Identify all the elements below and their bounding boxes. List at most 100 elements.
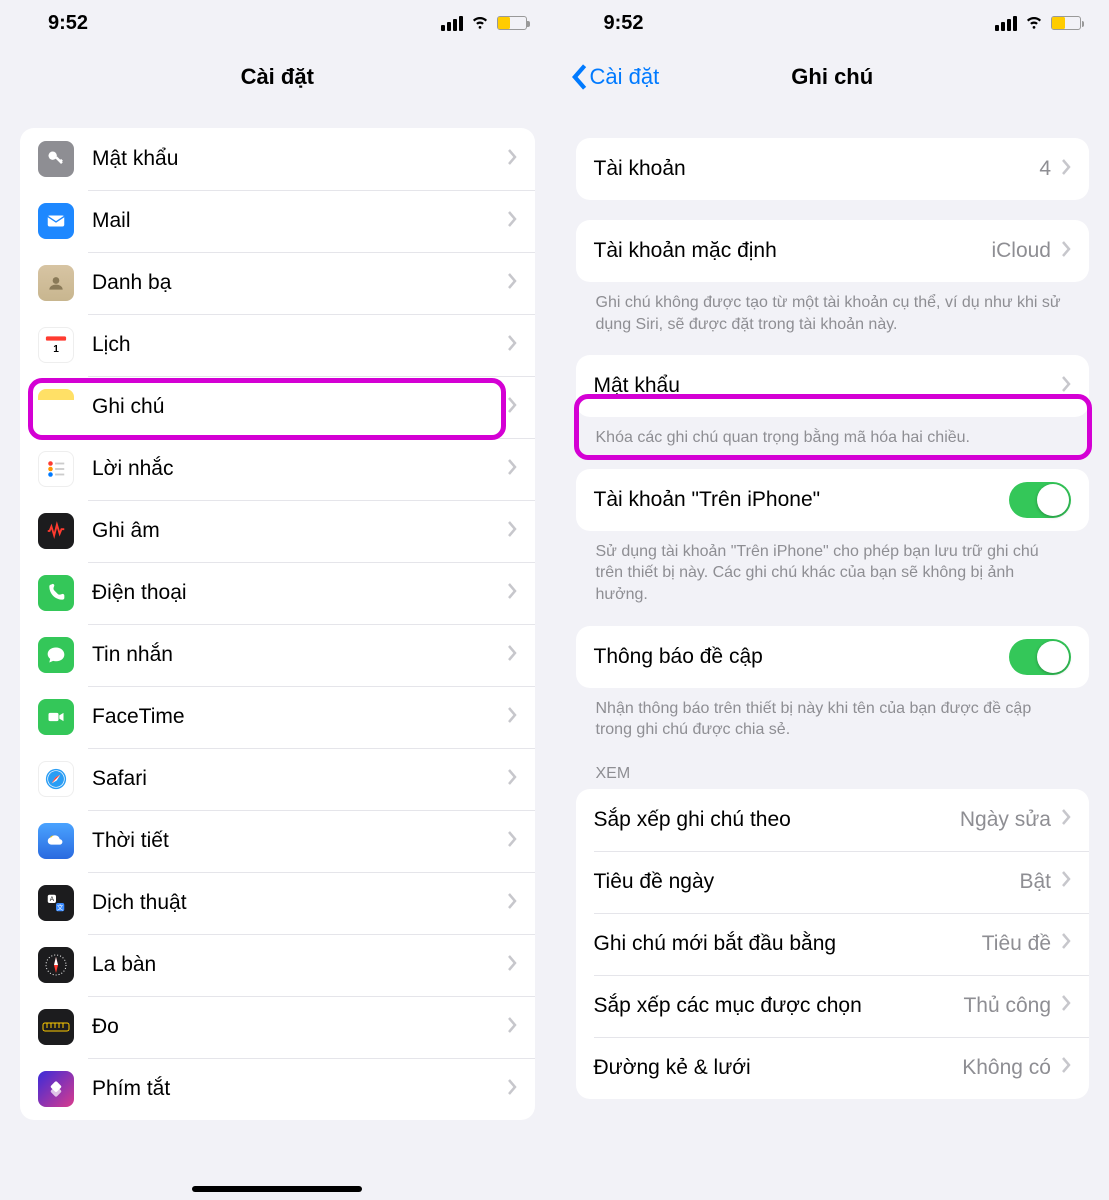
chevron-right-icon	[507, 148, 517, 171]
row-accounts[interactable]: Tài khoản 4	[576, 138, 1090, 200]
row-label: Sắp xếp các mục được chọn	[594, 994, 964, 1018]
row-label: Mật khẩu	[92, 147, 507, 171]
footer-password: Khóa các ghi chú quan trọng bằng mã hóa …	[576, 417, 1090, 449]
row-label: FaceTime	[92, 705, 507, 729]
row-mail[interactable]: Mail	[20, 190, 535, 252]
weather-icon	[38, 823, 74, 859]
notes-icon	[38, 389, 74, 425]
status-time: 9:52	[604, 12, 644, 35]
battery-icon	[1051, 16, 1081, 30]
row-label: Ghi âm	[92, 519, 507, 543]
calendar-icon: 1	[38, 327, 74, 363]
voice-memos-icon	[38, 513, 74, 549]
chevron-right-icon	[1061, 158, 1071, 181]
row-phone[interactable]: Điện thoại	[20, 562, 535, 624]
row-calendar[interactable]: 1 Lịch	[20, 314, 535, 376]
left-screenshot: 9:52 Cài đặt Mật khẩu Mail	[0, 0, 555, 1200]
status-right	[995, 9, 1081, 37]
facetime-icon	[38, 699, 74, 735]
messages-icon	[38, 637, 74, 673]
row-value: Thủ công	[963, 994, 1051, 1018]
chevron-right-icon	[1061, 808, 1071, 831]
chevron-right-icon	[1061, 870, 1071, 893]
chevron-right-icon	[507, 892, 517, 915]
chevron-right-icon	[507, 210, 517, 233]
contacts-icon	[38, 265, 74, 301]
row-messages[interactable]: Tin nhắn	[20, 624, 535, 686]
right-screenshot: 9:52 Cài đặt Ghi chú Tài khoản 4 Tài kho…	[555, 0, 1109, 1200]
chevron-right-icon	[507, 644, 517, 667]
row-weather[interactable]: Thời tiết	[20, 810, 535, 872]
row-label: Phím tắt	[92, 1077, 507, 1101]
status-right	[441, 9, 527, 37]
row-reminders[interactable]: Lời nhắc	[20, 438, 535, 500]
chevron-right-icon	[507, 458, 517, 481]
chevron-right-icon	[507, 520, 517, 543]
back-button[interactable]: Cài đặt	[570, 63, 660, 91]
row-label: Danh bạ	[92, 271, 507, 295]
row-label: Lịch	[92, 333, 507, 357]
back-label: Cài đặt	[590, 64, 660, 90]
row-label: Tài khoản mặc định	[594, 239, 992, 263]
row-label: Tiêu đề ngày	[594, 870, 1020, 894]
chevron-right-icon	[507, 334, 517, 357]
row-passwords[interactable]: Mật khẩu	[20, 128, 535, 190]
row-value: 4	[1039, 157, 1051, 181]
shortcuts-icon	[38, 1071, 74, 1107]
status-bar: 9:52	[556, 0, 1109, 46]
chevron-right-icon	[1061, 1056, 1071, 1079]
footer-mentions: Nhận thông báo trên thiết bị này khi tên…	[576, 688, 1090, 741]
cellular-icon	[441, 16, 463, 31]
row-label: La bàn	[92, 953, 507, 977]
nav-header: Cài đặt Ghi chú	[556, 46, 1109, 108]
row-notes[interactable]: Ghi chú	[20, 376, 535, 438]
row-voice-memos[interactable]: Ghi âm	[20, 500, 535, 562]
toggle-mentions[interactable]	[1009, 639, 1071, 675]
row-safari[interactable]: Safari	[20, 748, 535, 810]
row-label: Đường kẻ & lưới	[594, 1056, 963, 1080]
row-on-iphone-account[interactable]: Tài khoản "Trên iPhone"	[576, 469, 1090, 531]
notes-settings-list[interactable]: Tài khoản 4 Tài khoản mặc định iCloud Gh…	[556, 108, 1109, 1200]
measure-icon	[38, 1009, 74, 1045]
row-sort-checked-items[interactable]: Sắp xếp các mục được chọn Thủ công	[576, 975, 1090, 1037]
cellular-icon	[995, 16, 1017, 31]
svg-text:A: A	[50, 896, 55, 903]
chevron-right-icon	[507, 582, 517, 605]
status-bar: 9:52	[0, 0, 555, 46]
chevron-right-icon	[507, 830, 517, 853]
chevron-right-icon	[1061, 932, 1071, 955]
row-label: Sắp xếp ghi chú theo	[594, 808, 960, 832]
row-translate[interactable]: A文 Dịch thuật	[20, 872, 535, 934]
chevron-right-icon	[1061, 994, 1071, 1017]
footer-on-iphone: Sử dụng tài khoản "Trên iPhone" cho phép…	[576, 531, 1090, 606]
translate-icon: A文	[38, 885, 74, 921]
row-compass[interactable]: La bàn	[20, 934, 535, 996]
home-indicator[interactable]	[192, 1186, 362, 1192]
page-title: Ghi chú	[791, 64, 873, 90]
chevron-right-icon	[1061, 375, 1071, 398]
phone-icon	[38, 575, 74, 611]
row-password[interactable]: Mật khẩu	[576, 355, 1090, 417]
row-sort-notes-by[interactable]: Sắp xếp ghi chú theo Ngày sửa	[576, 789, 1090, 851]
row-label: Tin nhắn	[92, 643, 507, 667]
row-shortcuts[interactable]: Phím tắt	[20, 1058, 535, 1120]
section-header-view: XEM	[576, 741, 1090, 783]
settings-list[interactable]: Mật khẩu Mail Danh bạ 1	[0, 108, 555, 1200]
svg-text:文: 文	[57, 902, 64, 911]
row-facetime[interactable]: FaceTime	[20, 686, 535, 748]
chevron-right-icon	[507, 706, 517, 729]
row-label: Safari	[92, 767, 507, 791]
toggle-on-iphone[interactable]	[1009, 482, 1071, 518]
footer-default-account: Ghi chú không được tạo từ một tài khoản …	[576, 282, 1090, 335]
safari-icon	[38, 761, 74, 797]
row-default-account[interactable]: Tài khoản mặc định iCloud	[576, 220, 1090, 282]
row-contacts[interactable]: Danh bạ	[20, 252, 535, 314]
row-date-headers[interactable]: Tiêu đề ngày Bật	[576, 851, 1090, 913]
svg-text:1: 1	[53, 344, 59, 355]
row-mention-notifications[interactable]: Thông báo đề cập	[576, 626, 1090, 688]
row-new-notes-start-with[interactable]: Ghi chú mới bắt đầu bằng Tiêu đề	[576, 913, 1090, 975]
battery-icon	[497, 16, 527, 30]
row-lines-and-grids[interactable]: Đường kẻ & lưới Không có	[576, 1037, 1090, 1099]
row-measure[interactable]: Đo	[20, 996, 535, 1058]
page-title: Cài đặt	[241, 64, 314, 90]
